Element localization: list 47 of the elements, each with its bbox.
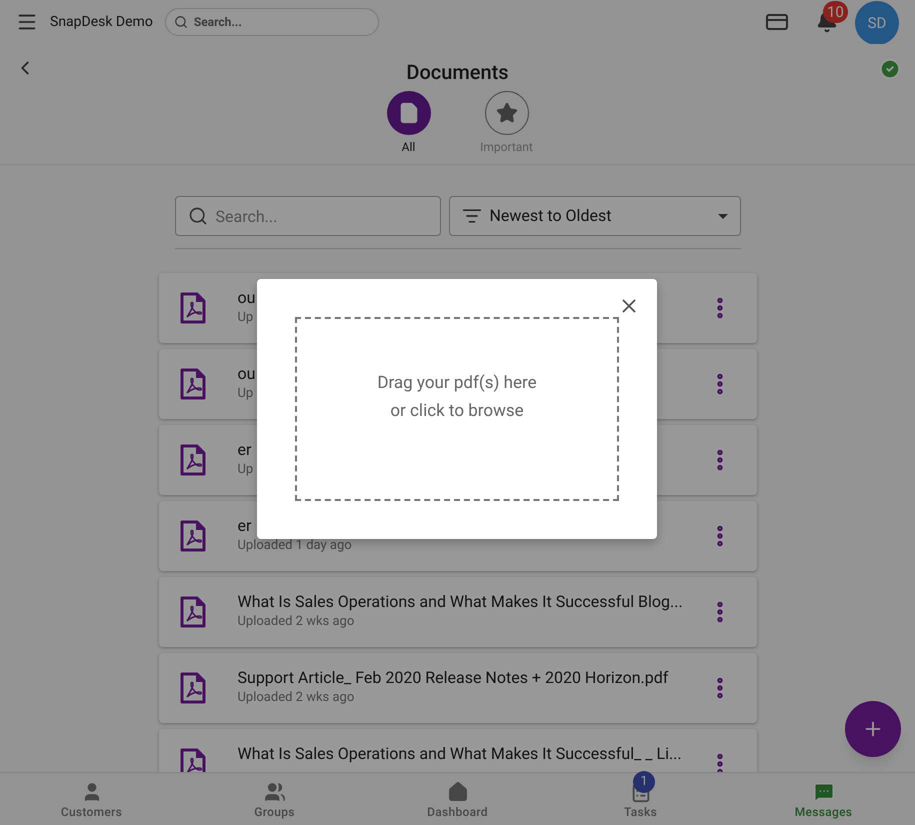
app-title: SnapDesk Demo — [50, 12, 153, 32]
search-field[interactable]: Search... — [174, 196, 440, 236]
pdf-file-icon — [180, 292, 206, 324]
document-card[interactable]: Support Article_ Feb 2020 Release Notes + 2020 Horizon.pdf Uploaded 2 wks ago — [158, 653, 756, 723]
search-icon — [174, 15, 188, 29]
avatar[interactable]: SD — [855, 1, 899, 45]
notification-badge: 10 — [823, 1, 848, 23]
sort-dropdown[interactable]: Newest to Oldest — [448, 196, 740, 236]
tab[interactable]: All — [378, 91, 438, 156]
nav-item[interactable]: 1 Tasks — [549, 773, 732, 825]
nav-item[interactable]: Dashboard — [366, 773, 549, 825]
page-title: Documents — [406, 59, 509, 86]
document-name: er — [238, 440, 252, 460]
search-icon — [188, 206, 208, 226]
pdf-file-icon — [180, 748, 206, 772]
document-meta: Uploaded 1 day ago — [238, 538, 352, 554]
search-field[interactable]: Search... — [164, 8, 379, 36]
group-icon — [264, 781, 286, 803]
count-badge: 1 — [633, 771, 655, 793]
chat-icon — [812, 781, 834, 803]
document-meta: Uploaded 2 wks ago — [238, 614, 354, 630]
pdf-file-icon — [180, 444, 206, 476]
pdf-file-icon — [180, 596, 206, 628]
document-name: ou — [238, 364, 256, 384]
document-name: Support Article_ Feb 2020 Release Notes + 2020 Horizon.pdf — [238, 668, 668, 688]
document-card[interactable]: What Is Sales Operations and What Makes It Successful Blog... Uploaded 2 wks ago — [158, 577, 756, 647]
document-meta: Up — [238, 462, 254, 478]
document-meta: Up — [238, 310, 254, 326]
drop-zone-text: or click to browse — [390, 400, 524, 423]
document-meta: Up — [238, 386, 254, 402]
pdf-file-icon — [180, 520, 206, 552]
document-name: What Is Sales Operations and What Makes It Successful_ _ Li... — [238, 744, 682, 764]
document-meta: Uploaded 2 wks ago — [238, 690, 354, 706]
star-icon — [496, 102, 518, 124]
pdf-file-icon — [180, 368, 206, 400]
pdf-file-icon — [180, 672, 206, 704]
document-name: er — [238, 516, 252, 536]
drop-zone[interactable]: Drag your pdf(s) here or click to browse — [295, 317, 619, 501]
home-icon — [446, 781, 468, 803]
nav-item[interactable]: Customers — [0, 773, 183, 825]
drop-zone-text: Drag your pdf(s) here — [377, 372, 537, 395]
document-name: ou — [238, 288, 256, 308]
nav-item[interactable]: Groups — [183, 773, 366, 825]
dropdown-caret-icon — [718, 214, 728, 218]
document-name: What Is Sales Operations and What Makes It Successful Blog... — [238, 592, 683, 612]
document-card[interactable]: What Is Sales Operations and What Makes It Successful_ _ Li... — [158, 729, 756, 772]
nav-item[interactable]: Messages — [732, 773, 915, 825]
